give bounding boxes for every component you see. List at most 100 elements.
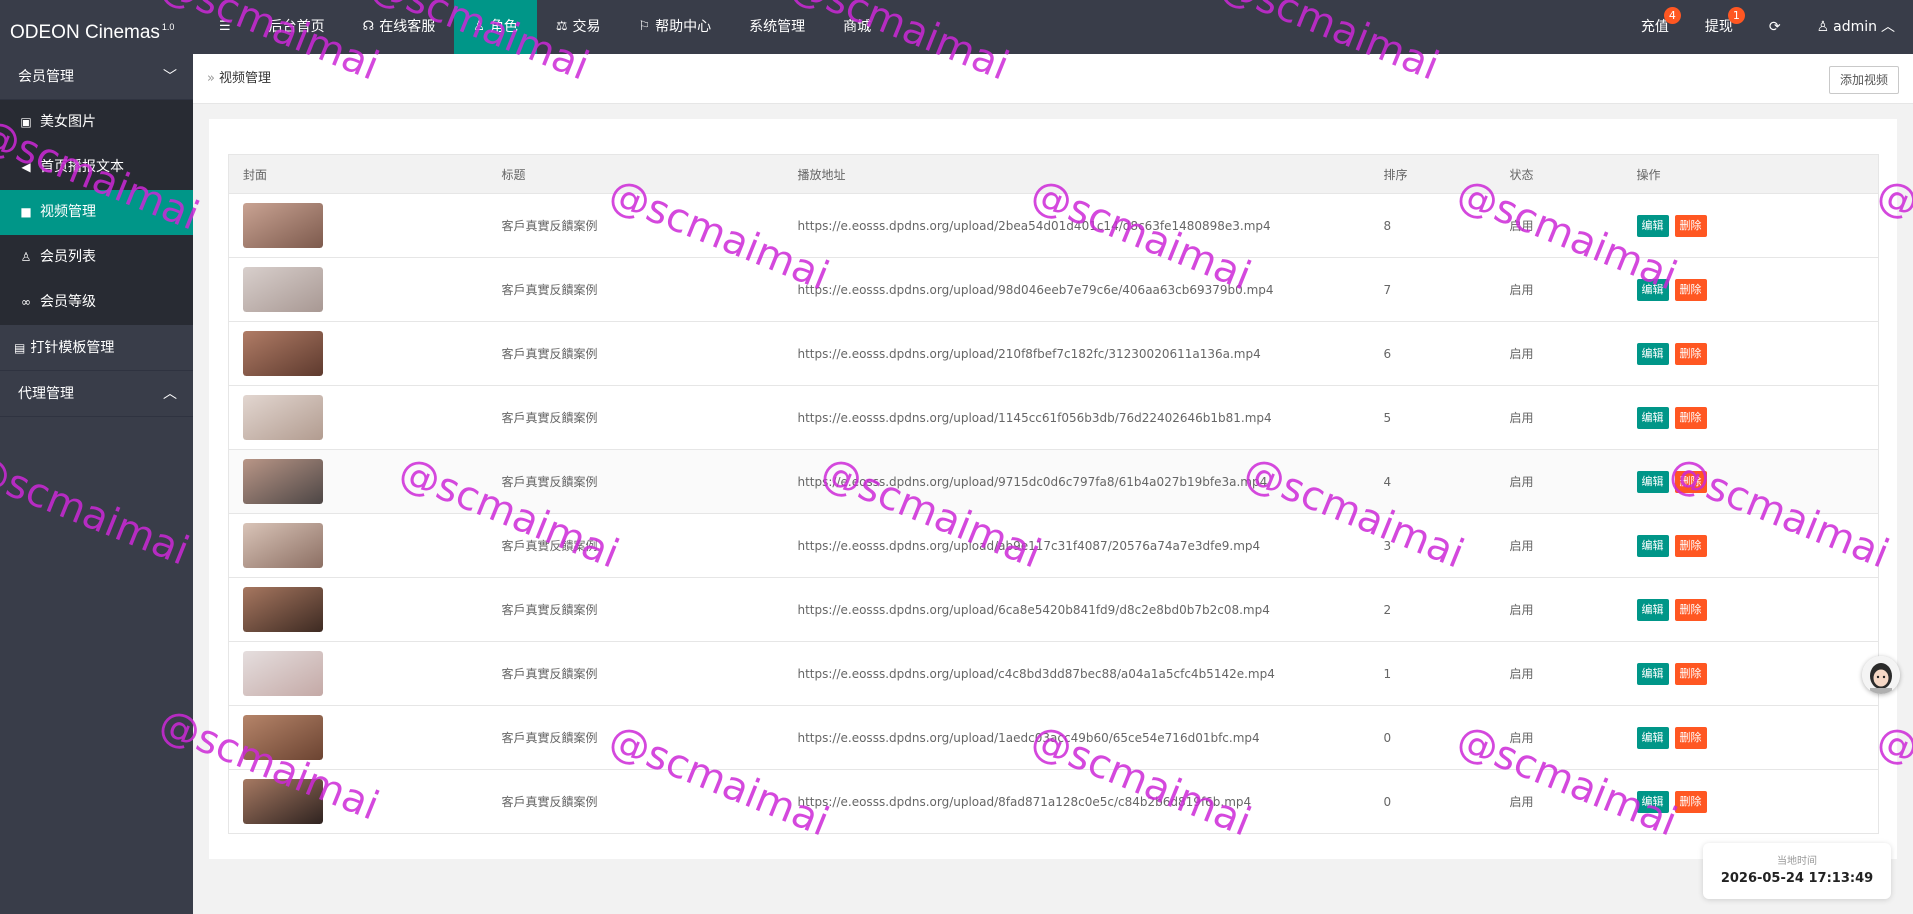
local-time-panel: 当地时间 2026-05-24 17:13:49 bbox=[1703, 843, 1891, 899]
megaphone-icon: ◀ bbox=[21, 160, 31, 174]
edit-button[interactable]: 编辑 bbox=[1636, 726, 1669, 749]
delete-button[interactable]: 删除 bbox=[1674, 662, 1707, 685]
video-table: 封面 标题 播放地址 排序 状态 操作 客戶真實反饋案例 https://e.eo… bbox=[228, 154, 1879, 834]
actions-cell: 编辑 删除 bbox=[1622, 257, 1879, 322]
delete-button[interactable]: 删除 bbox=[1674, 342, 1707, 365]
image-icon: ▣ bbox=[20, 115, 32, 129]
nav-trade[interactable]: ⚖ 交易 bbox=[537, 0, 620, 54]
chat-avatar-button[interactable] bbox=[1862, 656, 1900, 694]
title-cell: 客戶真實反饋案例 bbox=[487, 193, 784, 258]
sidebar-group-template-label: 打针模板管理 bbox=[30, 339, 115, 356]
delete-button[interactable]: 删除 bbox=[1674, 534, 1707, 557]
edit-button[interactable]: 编辑 bbox=[1636, 278, 1669, 301]
table-row: 客戶真實反饋案例 https://e.eosss.dpdns.org/upload… bbox=[228, 449, 1879, 514]
status-cell: 启用 bbox=[1495, 705, 1623, 770]
col-actions: 操作 bbox=[1622, 154, 1879, 194]
col-url: 播放地址 bbox=[783, 154, 1370, 194]
sidebar-submenu: ▣ 美女图片 ◀ 首页播报文本 ■ 视频管理 ♙ 会员列表 ∞ 会员等级 bbox=[0, 100, 193, 325]
sidebar-group-template[interactable]: ▤ 打针模板管理 bbox=[0, 325, 193, 371]
edit-button[interactable]: 编辑 bbox=[1636, 534, 1669, 557]
edit-button[interactable]: 编辑 bbox=[1636, 470, 1669, 493]
edit-button[interactable]: 编辑 bbox=[1636, 406, 1669, 429]
edit-button[interactable]: 编辑 bbox=[1636, 598, 1669, 621]
video-cover-thumbnail bbox=[243, 395, 323, 440]
sidebar-toggle-button[interactable]: ☰ bbox=[200, 0, 250, 54]
cover-cell bbox=[228, 705, 488, 770]
video-cover-thumbnail bbox=[243, 779, 323, 824]
sidebar-item-levels[interactable]: ∞ 会员等级 bbox=[0, 280, 193, 325]
delete-button[interactable]: 删除 bbox=[1674, 598, 1707, 621]
user-icon: ♙ bbox=[473, 19, 485, 34]
table-row: 客戶真實反饋案例 https://e.eosss.dpdns.org/upload… bbox=[228, 321, 1879, 386]
status-cell: 启用 bbox=[1495, 193, 1623, 258]
status-cell: 启用 bbox=[1495, 321, 1623, 386]
actions-cell: 编辑 删除 bbox=[1622, 705, 1879, 770]
status-cell: 启用 bbox=[1495, 641, 1623, 706]
nav-home[interactable]: 后台首页 bbox=[250, 0, 344, 54]
add-video-button[interactable]: 添加视频 bbox=[1828, 66, 1899, 94]
table-row: 客戶真實反饋案例 https://e.eosss.dpdns.org/upload… bbox=[228, 193, 1879, 258]
video-cover-thumbnail bbox=[243, 651, 323, 696]
video-cover-thumbnail bbox=[243, 459, 323, 504]
col-status: 状态 bbox=[1495, 154, 1623, 194]
table-row: 客戶真實反饋案例 https://e.eosss.dpdns.org/upload… bbox=[228, 257, 1879, 322]
user-icon: ♙ bbox=[20, 250, 32, 264]
status-cell: 启用 bbox=[1495, 769, 1623, 834]
title-cell: 客戶真實反饋案例 bbox=[487, 577, 784, 642]
sidebar-group-member[interactable]: 会员管理 ﹀ bbox=[0, 54, 193, 100]
recharge-link[interactable]: 充值 4 bbox=[1623, 0, 1687, 54]
table-row: 客戶真實反饋案例 https://e.eosss.dpdns.org/upload… bbox=[228, 769, 1879, 834]
url-cell: https://e.eosss.dpdns.org/upload/8fad871… bbox=[783, 769, 1370, 834]
delete-button[interactable]: 删除 bbox=[1674, 790, 1707, 813]
status-cell: 启用 bbox=[1495, 385, 1623, 450]
nav-role[interactable]: ♙ 角色 bbox=[454, 0, 537, 54]
delete-button[interactable]: 删除 bbox=[1674, 470, 1707, 493]
nav-mall[interactable]: 商城 bbox=[824, 0, 890, 54]
sort-cell: 7 bbox=[1369, 257, 1496, 322]
actions-cell: 编辑 删除 bbox=[1622, 577, 1879, 642]
delete-button[interactable]: 删除 bbox=[1674, 214, 1707, 237]
user-name: admin bbox=[1833, 19, 1877, 35]
sidebar-item-images[interactable]: ▣ 美女图片 bbox=[0, 100, 193, 145]
url-cell: https://e.eosss.dpdns.org/upload/9715dc0… bbox=[783, 449, 1370, 514]
cover-cell bbox=[228, 257, 488, 322]
user-icon: ♙ bbox=[1816, 19, 1830, 35]
url-cell: https://e.eosss.dpdns.org/upload/ab9e117… bbox=[783, 513, 1370, 578]
template-icon: ▤ bbox=[14, 340, 26, 355]
actions-cell: 编辑 删除 bbox=[1622, 641, 1879, 706]
title-cell: 客戶真實反饋案例 bbox=[487, 385, 784, 450]
title-cell: 客戶真實反饋案例 bbox=[487, 257, 784, 322]
table-header: 封面 标题 播放地址 排序 状态 操作 bbox=[228, 154, 1879, 194]
status-cell: 启用 bbox=[1495, 449, 1623, 514]
user-menu[interactable]: ♙ admin ︿ bbox=[1799, 0, 1913, 54]
breadcrumb-current: 视频管理 bbox=[218, 71, 271, 86]
table-row: 客戶真實反饋案例 https://e.eosss.dpdns.org/upload… bbox=[228, 577, 1879, 642]
app-name: ODEON Cinemas bbox=[10, 22, 160, 43]
delete-button[interactable]: 删除 bbox=[1674, 278, 1707, 301]
delete-button[interactable]: 删除 bbox=[1674, 406, 1707, 429]
sidebar-item-members[interactable]: ♙ 会员列表 bbox=[0, 235, 193, 280]
title-cell: 客戶真實反饋案例 bbox=[487, 321, 784, 386]
url-cell: https://e.eosss.dpdns.org/upload/1145cc6… bbox=[783, 385, 1370, 450]
nav-help[interactable]: ⚐ 帮助中心 bbox=[620, 0, 731, 54]
table-row: 客戶真實反饋案例 https://e.eosss.dpdns.org/upload… bbox=[228, 705, 1879, 770]
title-cell: 客戶真實反饋案例 bbox=[487, 641, 784, 706]
app-logo[interactable]: ODEON Cinemas 1.0 bbox=[0, 0, 193, 54]
sidebar-item-label: 会员等级 bbox=[40, 294, 96, 310]
nav-support[interactable]: ☊ 在线客服 bbox=[344, 0, 455, 54]
recharge-label: 充值 bbox=[1640, 19, 1669, 35]
edit-button[interactable]: 编辑 bbox=[1636, 214, 1669, 237]
edit-button[interactable]: 编辑 bbox=[1636, 790, 1669, 813]
nav-system[interactable]: 系统管理 bbox=[730, 0, 824, 54]
sidebar-group-agent[interactable]: 代理管理 ︿ bbox=[0, 371, 193, 417]
video-cover-thumbnail bbox=[243, 267, 323, 312]
cover-cell bbox=[228, 641, 488, 706]
withdraw-link[interactable]: 提现 1 bbox=[1687, 0, 1751, 54]
refresh-button[interactable]: ⟳ bbox=[1751, 0, 1799, 54]
edit-button[interactable]: 编辑 bbox=[1636, 342, 1669, 365]
sidebar-item-broadcast[interactable]: ◀ 首页播报文本 bbox=[0, 145, 193, 190]
sidebar-item-video[interactable]: ■ 视频管理 bbox=[0, 190, 193, 235]
edit-button[interactable]: 编辑 bbox=[1636, 662, 1669, 685]
cover-cell bbox=[228, 449, 488, 514]
delete-button[interactable]: 删除 bbox=[1674, 726, 1707, 749]
